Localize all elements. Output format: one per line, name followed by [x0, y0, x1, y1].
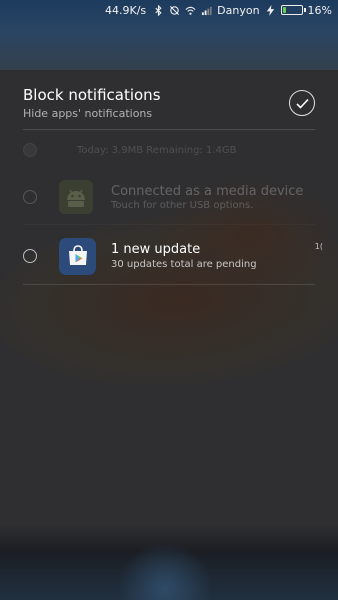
play-store-icon — [59, 237, 96, 275]
update-notification[interactable]: 1 new update 30 updates total are pendin… — [23, 228, 323, 285]
wifi-icon — [185, 6, 196, 15]
usb-notification[interactable]: Connected as a media device Touch for ot… — [23, 170, 315, 225]
usb-notification-title: Connected as a media device — [111, 183, 304, 199]
check-icon — [295, 98, 309, 109]
battery-percent: 16% — [307, 3, 332, 17]
net-speed: 44.9K/s — [104, 3, 147, 17]
status-bar: 44.9K/s Danyon 16% — [0, 0, 338, 20]
confirm-button[interactable] — [289, 90, 315, 116]
block-notifications-header: Block notifications Hide apps' notificat… — [23, 84, 315, 130]
android-icon — [59, 180, 93, 214]
header-title: Block notifications — [23, 86, 161, 104]
update-radio[interactable] — [23, 249, 37, 263]
signal-icon — [202, 6, 212, 15]
update-notification-title: 1 new update — [111, 242, 201, 257]
bluetooth-icon — [155, 4, 162, 16]
background-bottom-glow — [120, 545, 210, 600]
battery-icon — [280, 5, 306, 15]
update-notification-subtitle: 30 updates total are pending — [111, 259, 257, 270]
update-notification-time: 1( — [314, 242, 323, 251]
carrier-name: Danyon — [217, 3, 260, 17]
battery-fill — [282, 7, 286, 13]
usb-radio[interactable] — [23, 190, 37, 204]
data-usage-text: Today: 3.9MB Remaining: 1.4GB — [77, 144, 237, 156]
data-usage-notification[interactable]: Today: 3.9MB Remaining: 1.4GB — [23, 137, 315, 163]
charging-icon — [266, 4, 274, 16]
sync-off-icon — [170, 5, 180, 15]
usb-notification-subtitle: Touch for other USB options. — [111, 199, 254, 211]
header-subtitle: Hide apps' notifications — [23, 107, 153, 120]
data-usage-radio[interactable] — [23, 143, 37, 157]
